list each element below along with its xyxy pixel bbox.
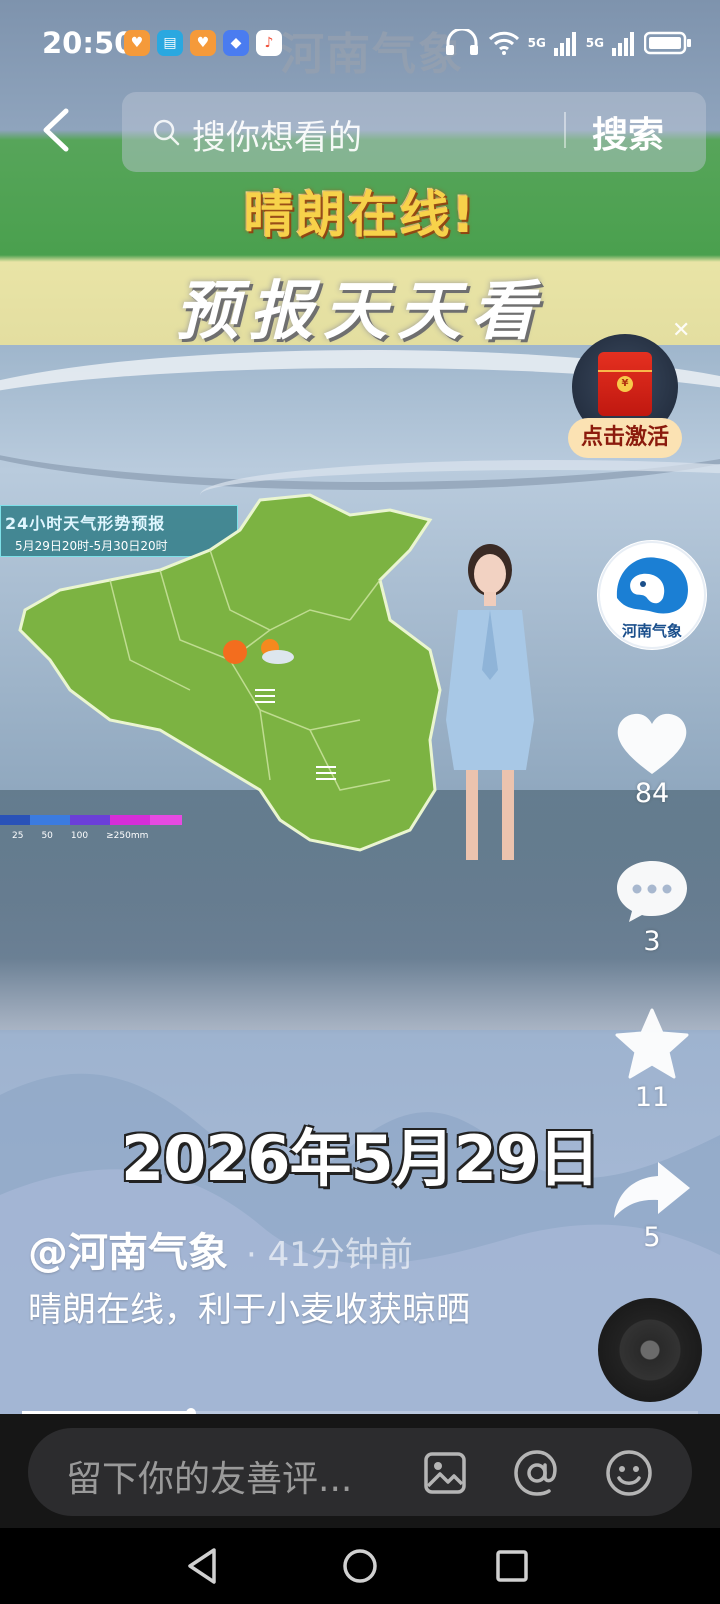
headphones-icon bbox=[445, 29, 478, 55]
image-icon[interactable] bbox=[420, 1448, 470, 1498]
coin-symbol: ¥ bbox=[617, 376, 633, 392]
comment-bubble-icon bbox=[617, 861, 687, 922]
legend-tick: 25 bbox=[12, 831, 24, 841]
status-bar: 河南气象 20:50 ♥ ▤ ♥ ◆ ♪ 5G 5G bbox=[0, 18, 720, 80]
search-button[interactable]: 搜索 bbox=[592, 106, 664, 158]
battery-icon bbox=[644, 31, 691, 55]
favorite-button[interactable]: 11 bbox=[612, 1008, 692, 1113]
red-envelope-promo[interactable]: ¥ 点击激活 bbox=[568, 334, 682, 460]
comment-placeholder: 留下你的友善评... bbox=[66, 1459, 353, 1500]
comment-bar: 留下你的友善评... bbox=[0, 1414, 720, 1528]
legend-tick: 50 bbox=[41, 831, 53, 841]
comment-button[interactable]: 3 bbox=[612, 858, 692, 957]
star-icon bbox=[615, 1008, 689, 1079]
post-time: · 41分钟前 bbox=[246, 1235, 413, 1275]
emoji-icon[interactable] bbox=[604, 1448, 654, 1498]
channel-watermark: 河南气象 bbox=[280, 29, 464, 80]
heart-icon bbox=[617, 713, 687, 774]
like-count: 84 bbox=[634, 778, 670, 809]
music-app-icon: ♪ bbox=[256, 30, 282, 56]
search-divider bbox=[564, 112, 566, 148]
status-indicators: 5G 5G bbox=[444, 26, 692, 60]
signal-icon bbox=[612, 32, 634, 56]
heart-app-icon: ♥ bbox=[190, 30, 216, 56]
search-input[interactable]: 搜你想看的 bbox=[192, 110, 362, 159]
video-date-overlay: 2026年5月29日 bbox=[121, 1122, 600, 1195]
system-nav-bar bbox=[0, 1528, 720, 1604]
book-app-icon: ▤ bbox=[157, 30, 183, 56]
share-count: 5 bbox=[643, 1222, 661, 1253]
video-caption[interactable]: 晴朗在线，利于小麦收获晾晒 bbox=[28, 1282, 508, 1338]
avatar-caption: 河南气象 bbox=[621, 622, 682, 640]
legend-tick: 100 bbox=[70, 831, 89, 841]
red-envelope-icon: ¥ bbox=[598, 352, 652, 416]
search-bar[interactable]: 搜你想看的 搜索 bbox=[122, 92, 706, 172]
clock: 20:50 bbox=[42, 26, 135, 60]
nav-recents-icon[interactable] bbox=[488, 1542, 536, 1590]
author-handle[interactable]: @河南气象 bbox=[28, 1220, 228, 1278]
heart-app-icon: ♥ bbox=[124, 30, 150, 56]
legend-tick: ≥250mm bbox=[106, 831, 149, 841]
like-button[interactable]: 84 bbox=[612, 712, 692, 809]
banner-headline: 晴朗在线! bbox=[243, 186, 477, 244]
back-arrow-icon[interactable] bbox=[38, 105, 74, 155]
henan-province-map bbox=[18, 493, 442, 852]
author-line: @河南气象 · 41分钟前 bbox=[28, 1220, 413, 1278]
rainfall-legend: 25 50 100 ≥250mm bbox=[0, 812, 182, 841]
search-icon bbox=[153, 119, 180, 146]
network-type-1: 5G bbox=[527, 36, 546, 50]
network-type-2: 5G bbox=[585, 36, 604, 50]
nav-back-icon[interactable] bbox=[180, 1542, 228, 1590]
nav-home-icon[interactable] bbox=[336, 1542, 384, 1590]
mention-at-icon[interactable] bbox=[512, 1448, 562, 1498]
signal-icon bbox=[553, 32, 576, 56]
author-avatar[interactable]: 河南气象 bbox=[597, 540, 707, 650]
comment-input[interactable]: 留下你的友善评... bbox=[28, 1428, 692, 1516]
activate-button[interactable]: 点击激活 bbox=[568, 418, 682, 458]
comment-count: 3 bbox=[643, 926, 661, 957]
wifi-icon bbox=[488, 31, 519, 55]
weather-presenter bbox=[446, 544, 534, 860]
close-icon[interactable]: ✕ bbox=[672, 318, 690, 343]
browser-app-icon: ◆ bbox=[223, 30, 249, 56]
music-disc-icon[interactable] bbox=[598, 1298, 702, 1402]
